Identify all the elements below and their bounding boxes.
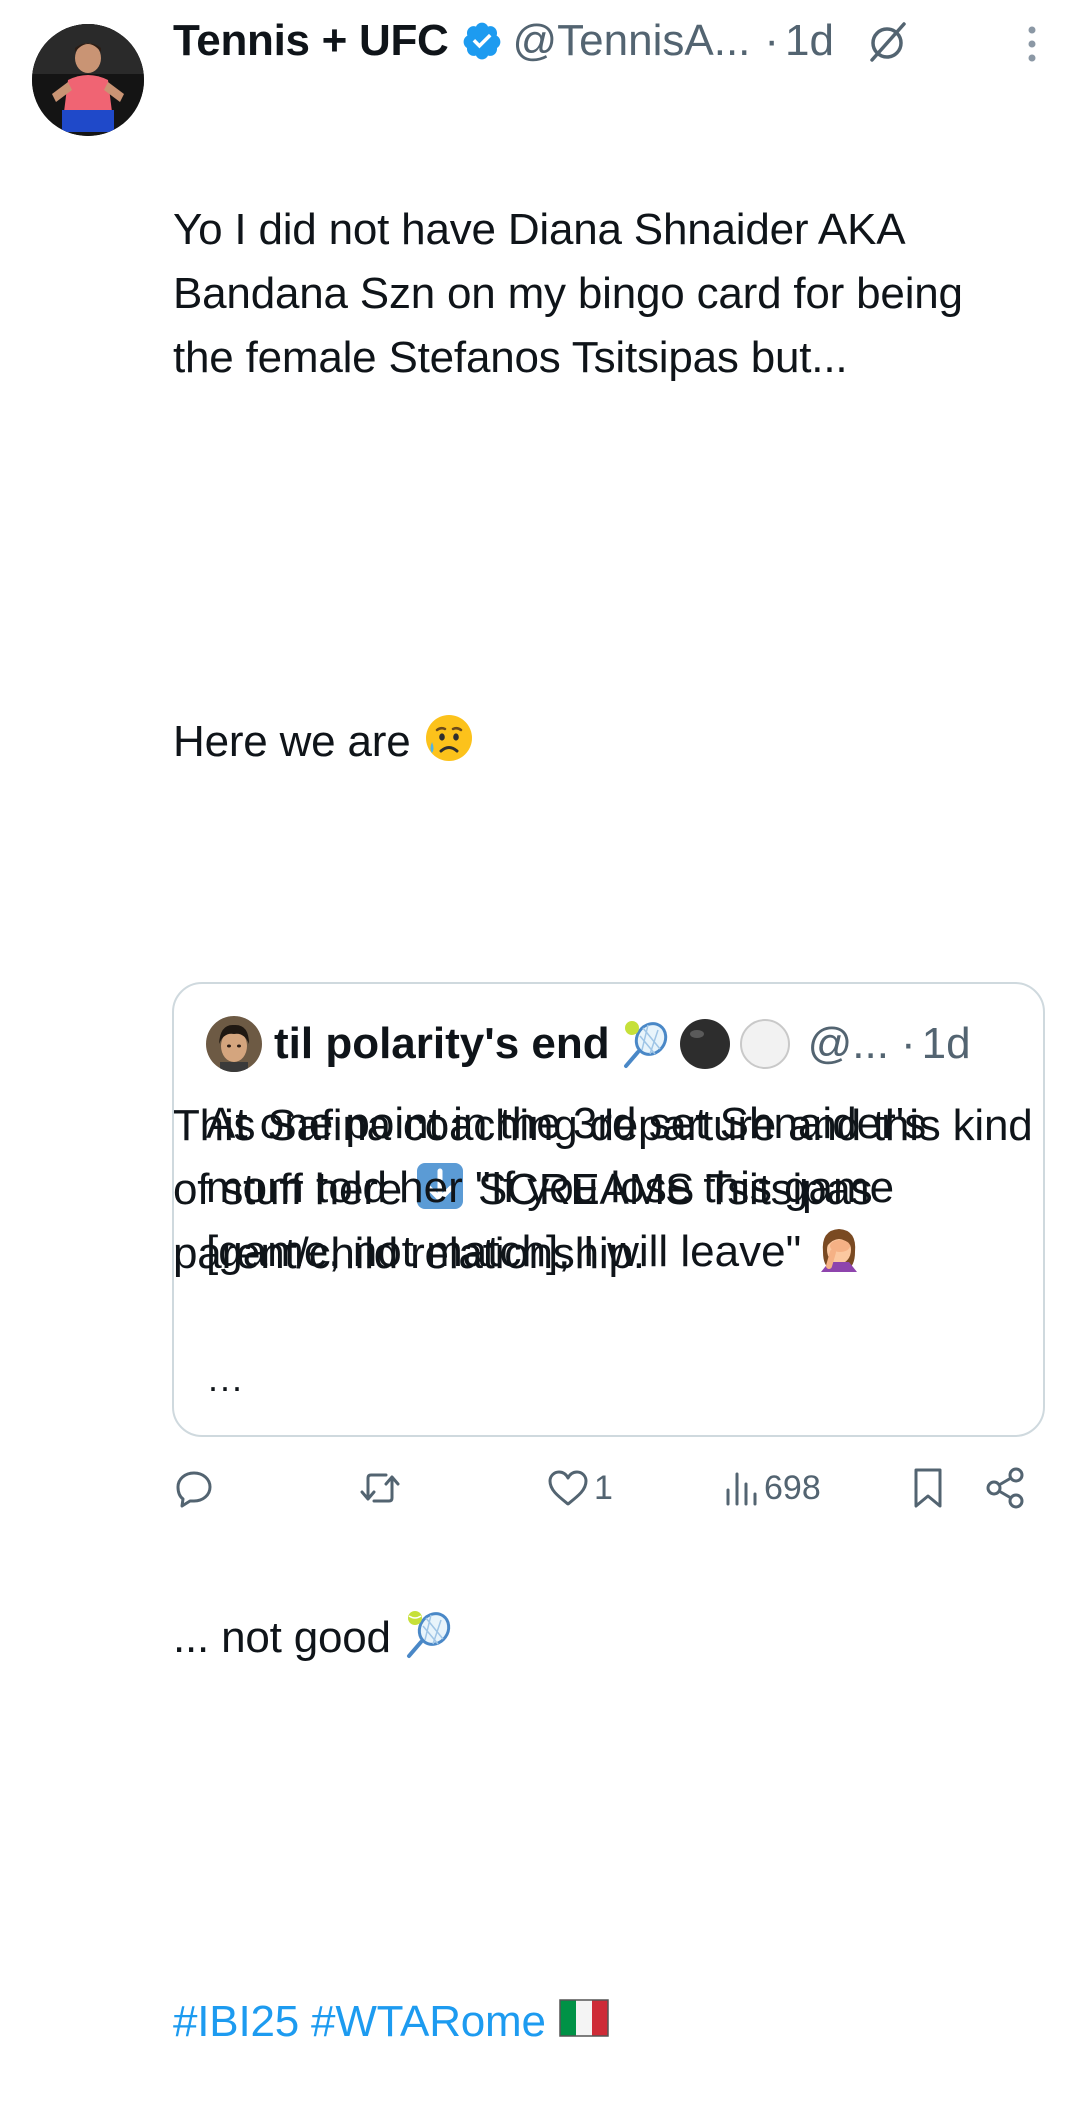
retweet-icon [360,1473,400,1503]
tweet-time[interactable]: 1d [785,16,834,66]
views-button[interactable]: 698 [724,1463,821,1513]
quoted-tweet-header: til polarity's end @... · 1d [206,1016,1015,1072]
more-vertical-icon[interactable] [1026,24,1038,64]
quoted-tweet-truncation: ... [208,1358,245,1399]
quoted-tweet-text: At one point in the 3rd set Shnaider's m… [206,1092,1026,1284]
quoted-tweet-card[interactable]: til polarity's end @... · 1d At one poin… [172,982,1045,1437]
quoted-name-emojis [620,1017,798,1071]
views-icon [726,1472,757,1506]
bookmark-icon [914,1468,942,1508]
avatar-image [32,24,144,136]
woman-facepalming-icon [821,1229,858,1272]
share-button[interactable] [984,1463,1028,1513]
hashtag-link[interactable]: #WTARome [311,1997,546,2046]
separator-dot: · [764,16,780,65]
heart-icon [548,1470,588,1506]
retweet-button[interactable] [358,1463,406,1513]
quoted-author-avatar[interactable] [206,1016,262,1072]
quoted-tweet-paragraph: At one point in the 3rd set Shnaider's m… [206,1099,927,1276]
author-display-name[interactable]: Tennis + UFC [173,16,449,66]
quoted-author-display-name[interactable]: til polarity's end [274,1019,610,1069]
tweet-hashtags: #IBI25 #WTARome [173,1990,1063,2054]
quoted-avatar-image [206,1016,262,1072]
tennis-racket-icon [623,1021,667,1068]
reply-button[interactable] [174,1463,218,1513]
italy-flag-icon [559,1999,609,2037]
quoted-tweet-time[interactable]: 1d [922,1019,971,1069]
tweet-action-bar: 1 698 [172,1455,1042,1521]
grok-icon[interactable] [862,16,912,66]
share-icon [986,1467,1024,1509]
author-avatar[interactable] [32,24,144,136]
white-circle-icon [739,1019,790,1069]
verified-badge-icon [463,22,500,60]
separator-dot: · [900,1019,916,1068]
bookmark-button[interactable] [910,1463,946,1513]
hashtag-link[interactable]: #IBI25 [173,1997,299,2046]
tweet-paragraph: ... not good [173,1606,1063,1670]
reply-icon [176,1471,212,1508]
quoted-author-handle[interactable]: @... [808,1019,889,1069]
sad-sweat-face-icon [425,715,472,761]
tweet-header: Tennis + UFC @TennisA... · 1d [173,14,1060,68]
author-handle[interactable]: @TennisA... [513,16,751,66]
tweet-paragraph: Here we are [173,710,1063,774]
tweet-paragraph: Yo I did not have Diana Shnaider AKA Ban… [173,205,963,382]
like-button[interactable]: 1 [546,1463,613,1513]
black-circle-icon [679,1019,730,1069]
tennis-racket-icon [406,1611,451,1658]
